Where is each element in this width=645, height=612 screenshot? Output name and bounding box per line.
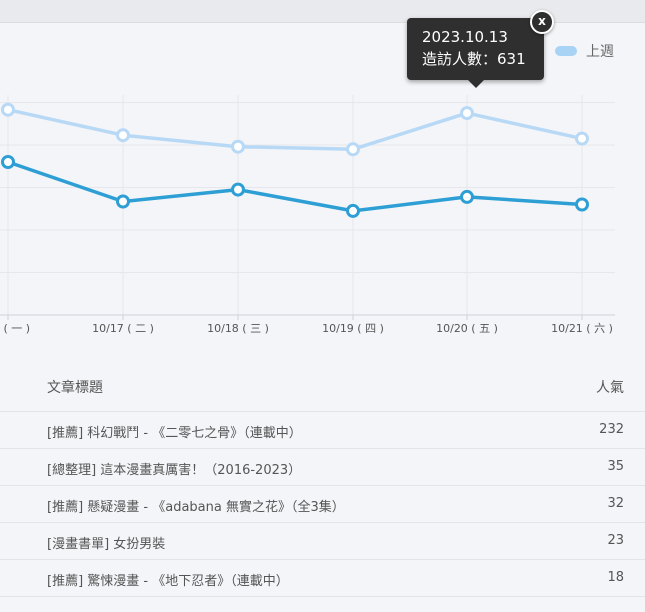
article-title-link[interactable]: [漫畫書單] 女扮男裝 bbox=[47, 533, 165, 552]
x-tick-label: 16 ( 一 ) bbox=[0, 322, 30, 335]
series-line-last-week bbox=[7, 107, 583, 152]
table-header: 文章標題 人氣 bbox=[0, 365, 645, 412]
tooltip-visits: 造訪人數：631 bbox=[422, 50, 526, 68]
x-tick-label: 10/18 ( 三 ) bbox=[207, 322, 269, 335]
article-popularity: 23 bbox=[607, 533, 624, 548]
data-point-last-week bbox=[1, 102, 15, 117]
data-point-last-week bbox=[231, 139, 245, 154]
popular-articles-table: 文章標題 人氣 [推薦] 科幻戰鬥 - 《二零七之骨》（連載中） 232 [總整… bbox=[0, 365, 645, 597]
tooltip-date: 2023.10.13 bbox=[422, 28, 508, 46]
article-title-link[interactable]: [推薦] 懸疑漫畫 - 《adabana 無實之花》（全3集） bbox=[47, 496, 345, 515]
series-line-this-week bbox=[7, 160, 583, 213]
legend-label-last-week: 上週 bbox=[586, 44, 614, 60]
legend-swatch-last-week bbox=[555, 46, 577, 56]
data-point-this-week bbox=[346, 203, 360, 218]
tooltip-close-button[interactable]: x bbox=[530, 10, 554, 34]
x-tick-label: 10/20 ( 五 ) bbox=[436, 322, 498, 335]
data-point-last-week bbox=[575, 131, 589, 146]
article-popularity: 18 bbox=[607, 570, 624, 585]
table-row: [漫畫書單] 女扮男裝 23 bbox=[0, 523, 645, 560]
data-point-last-week bbox=[460, 106, 474, 121]
header-popularity: 人氣 bbox=[596, 380, 624, 396]
table-row: [總整理] 這本漫畫真厲害！（2016-2023） 35 bbox=[0, 449, 645, 486]
x-tick-label: 10/17 ( 二 ) bbox=[92, 322, 154, 335]
header-article-title: 文章標題 bbox=[47, 380, 103, 396]
table-row: [推薦] 科幻戰鬥 - 《二零七之骨》（連載中） 232 bbox=[0, 412, 645, 449]
chart-tooltip: 2023.10.13 造訪人數：631 bbox=[407, 18, 544, 88]
article-title-link[interactable]: [推薦] 科幻戰鬥 - 《二零七之骨》（連載中） bbox=[47, 422, 302, 441]
data-point-this-week bbox=[1, 155, 15, 169]
x-tick-label: 10/19 ( 四 ) bbox=[322, 322, 384, 335]
data-point-this-week bbox=[460, 189, 474, 204]
data-point-last-week bbox=[346, 142, 360, 157]
visits-line-chart: 16 ( 一 ) 10/17 ( 二 ) 10/18 ( 三 ) 10/19 ( 四 … bbox=[0, 95, 615, 335]
article-title-link[interactable]: [總整理] 這本漫畫真厲害！（2016-2023） bbox=[47, 459, 301, 478]
article-popularity: 35 bbox=[607, 459, 624, 474]
article-popularity: 32 bbox=[607, 496, 624, 511]
data-point-this-week bbox=[116, 194, 130, 209]
article-popularity: 232 bbox=[599, 422, 624, 437]
table-row: [推薦] 驚悚漫畫 - 《地下忍者》（連載中） 18 bbox=[0, 560, 645, 597]
x-tick-label: 10/21 ( 六 ) bbox=[551, 322, 613, 335]
legend-last-week[interactable]: 上週 bbox=[555, 42, 614, 60]
data-point-this-week bbox=[575, 197, 589, 212]
data-point-this-week bbox=[231, 182, 245, 197]
table-row: [推薦] 懸疑漫畫 - 《adabana 無實之花》（全3集） 32 bbox=[0, 486, 645, 523]
data-point-last-week bbox=[116, 128, 130, 143]
article-title-link[interactable]: [推薦] 驚悚漫畫 - 《地下忍者》（連載中） bbox=[47, 570, 289, 589]
